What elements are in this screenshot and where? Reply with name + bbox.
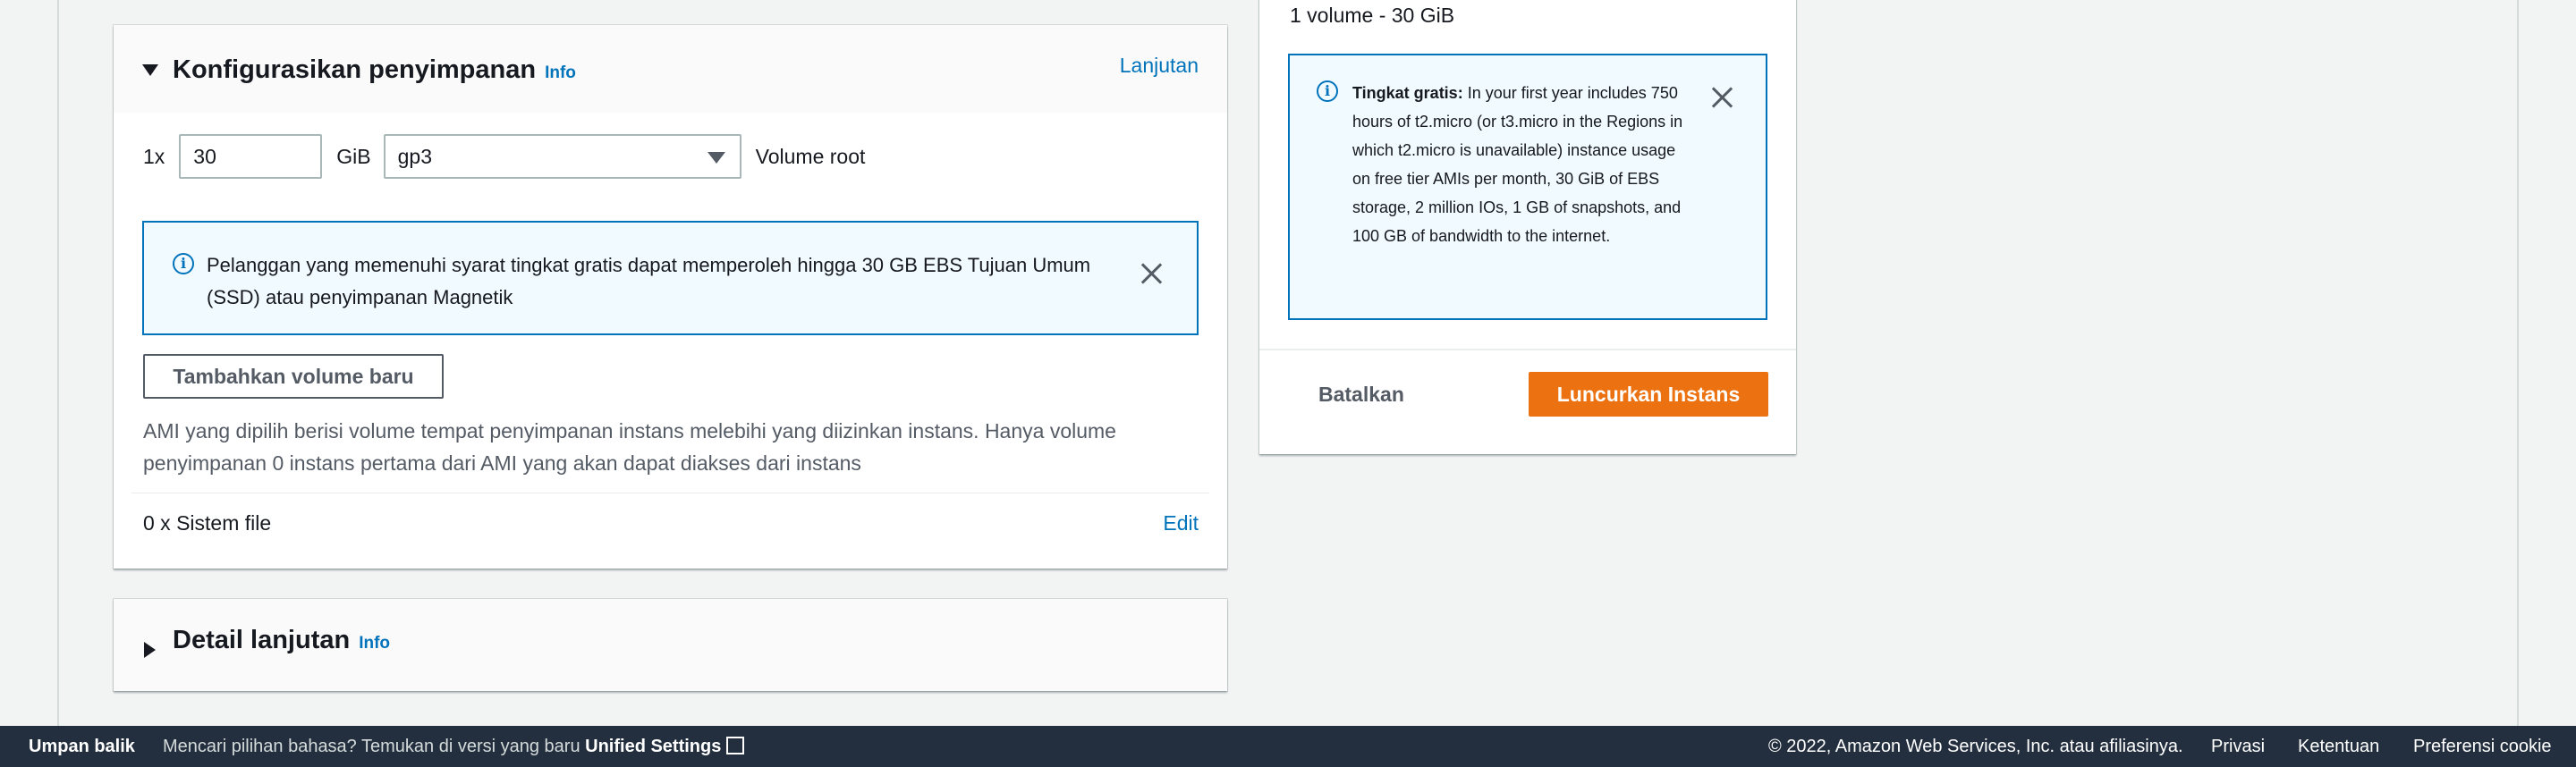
free-tier-alert: i Tingkat gratis: In your first year inc…	[1288, 54, 1767, 320]
root-volume-row: 1x 30 GiB gp3 Volume root	[143, 134, 865, 179]
free-tier-text: In your first year includes 750 hours of…	[1352, 84, 1683, 245]
cookie-preferences-link[interactable]: Preferensi cookie	[2413, 737, 2552, 757]
advanced-storage-link[interactable]: Lanjutan	[1120, 54, 1199, 78]
volume-unit-label: GiB	[336, 144, 371, 168]
file-systems-label: 0 x Sistem file	[143, 511, 272, 535]
volume-count-label: 1x	[143, 144, 165, 168]
volume-type-value: gp3	[397, 144, 433, 168]
cancel-button[interactable]: Batalkan	[1318, 383, 1404, 407]
storage-info-link[interactable]: Info	[545, 63, 576, 82]
add-volume-button[interactable]: Tambahkan volume baru	[143, 354, 444, 399]
feedback-link[interactable]: Umpan balik	[29, 737, 135, 757]
volume-size-input[interactable]: 30	[179, 134, 323, 179]
storage-config-panel: Konfigurasikan penyimpanan Info Lanjutan …	[114, 25, 1227, 569]
copyright-text: © 2022, Amazon Web Services, Inc. atau a…	[1768, 737, 2183, 756]
info-icon: i	[173, 253, 194, 274]
unified-settings-link[interactable]: Unified Settings	[585, 737, 721, 756]
storage-panel-header[interactable]: Konfigurasikan penyimpanan Info Lanjutan	[114, 25, 1227, 113]
info-icon: i	[1317, 80, 1338, 102]
launch-instance-button[interactable]: Luncurkan Instans	[1529, 372, 1768, 417]
divider	[1259, 349, 1796, 350]
advanced-info-link[interactable]: Info	[359, 634, 390, 653]
advanced-panel-title: Detail lanjutan Info	[173, 626, 390, 655]
free-tier-storage-message: Pelanggan yang memenuhi syarat tingkat g…	[207, 254, 1091, 308]
dropdown-caret-icon	[707, 152, 725, 164]
free-tier-storage-alert: i Pelanggan yang memenuhi syarat tingkat…	[142, 221, 1199, 335]
storage-panel-title: Konfigurasikan penyimpanan Info	[173, 55, 576, 85]
external-link-icon[interactable]	[726, 737, 745, 754]
advanced-panel-header[interactable]: Detail lanjutan Info	[114, 599, 1227, 691]
advanced-details-panel: Detail lanjutan Info	[114, 599, 1227, 691]
advanced-title-text: Detail lanjutan	[173, 626, 351, 654]
storage-summary: 1 volume - 30 GiB	[1290, 4, 1455, 27]
ami-volume-notice: AMI yang dipilih berisi volume tempat pe…	[143, 419, 1116, 475]
file-systems-edit-link[interactable]: Edit	[1163, 511, 1199, 535]
privacy-link[interactable]: Privasi	[2211, 737, 2265, 757]
storage-title-text: Konfigurasikan penyimpanan	[173, 55, 537, 84]
caret-down-icon[interactable]	[142, 64, 158, 76]
summary-panel: 1 volume - 30 GiB i Tingkat gratis: In y…	[1259, 0, 1796, 454]
language-prompt: Mencari pilihan bahasa? Temukan di versi…	[163, 737, 580, 756]
root-volume-label: Volume root	[755, 144, 866, 168]
terms-link[interactable]: Ketentuan	[2298, 737, 2379, 757]
footer: Umpan balik Mencari pilihan bahasa? Temu…	[0, 726, 2576, 767]
free-tier-message: Tingkat gratis: In your first year inclu…	[1352, 79, 1692, 250]
language-notice: Mencari pilihan bahasa? Temukan di versi…	[163, 737, 745, 757]
free-tier-label: Tingkat gratis:	[1352, 84, 1463, 102]
volume-type-select[interactable]: gp3	[383, 134, 741, 179]
caret-right-icon[interactable]	[144, 642, 156, 658]
close-icon[interactable]	[1140, 262, 1163, 285]
close-icon[interactable]	[1710, 86, 1733, 109]
